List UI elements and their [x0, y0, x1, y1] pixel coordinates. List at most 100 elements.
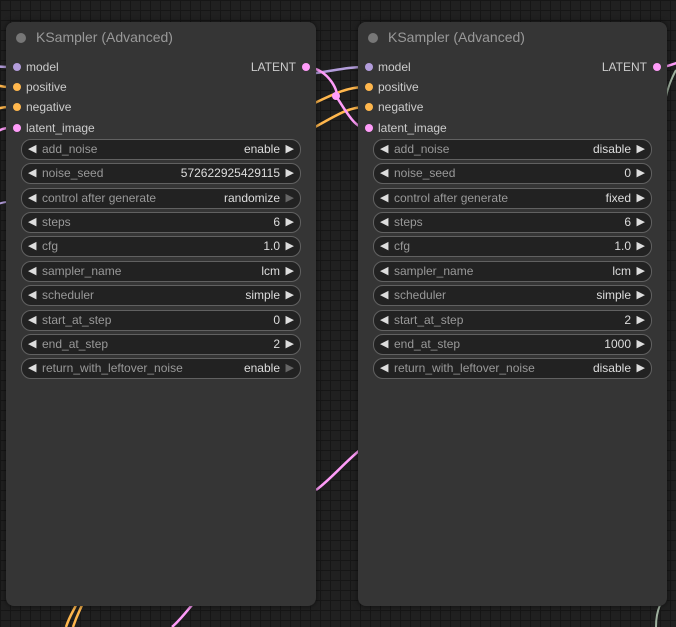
decrement-arrow-icon[interactable]: ◀: [380, 264, 388, 277]
widget-scheduler[interactable]: ◀ scheduler simple ▶: [373, 285, 652, 306]
decrement-arrow-icon[interactable]: ◀: [380, 313, 388, 326]
decrement-arrow-icon[interactable]: ◀: [380, 337, 388, 350]
widget-cfg[interactable]: ◀ cfg 1.0 ▶: [21, 236, 301, 257]
increment-arrow-icon[interactable]: ▶: [637, 191, 645, 204]
input-label: model: [378, 60, 411, 74]
widget-name: add_noise: [42, 142, 98, 156]
decrement-arrow-icon[interactable]: ◀: [380, 142, 388, 155]
widget-name: control after generate: [394, 191, 509, 205]
increment-arrow-icon[interactable]: ▶: [286, 361, 294, 374]
widget-value: lcm: [261, 264, 280, 278]
decrement-arrow-icon[interactable]: ◀: [28, 215, 36, 228]
decrement-arrow-icon[interactable]: ◀: [380, 191, 388, 204]
decrement-arrow-icon[interactable]: ◀: [380, 361, 388, 374]
widget-steps[interactable]: ◀ steps 6 ▶: [373, 212, 652, 233]
node-title-bar[interactable]: KSampler (Advanced): [358, 22, 667, 52]
conditioning-socket-icon[interactable]: [13, 83, 21, 91]
model-socket-icon[interactable]: [365, 63, 373, 71]
increment-arrow-icon[interactable]: ▶: [637, 313, 645, 326]
widget-name: start_at_step: [394, 313, 464, 327]
increment-arrow-icon[interactable]: ▶: [637, 361, 645, 374]
decrement-arrow-icon[interactable]: ◀: [28, 166, 36, 179]
conditioning-socket-icon[interactable]: [365, 83, 373, 91]
widget-value: 1.0: [263, 239, 280, 253]
widget-name: sampler_name: [42, 264, 122, 278]
decrement-arrow-icon[interactable]: ◀: [380, 215, 388, 228]
ksampler-advanced-node-2[interactable]: KSampler (Advanced) model LATENT positiv…: [358, 22, 667, 606]
widget-noise-seed[interactable]: ◀ noise_seed 0 ▶: [373, 163, 652, 184]
node-title-bar[interactable]: KSampler (Advanced): [6, 22, 316, 52]
widget-name: steps: [394, 215, 423, 229]
widget-value: simple: [245, 288, 280, 302]
widget-sampler-name[interactable]: ◀ sampler_name lcm ▶: [21, 261, 301, 282]
widget-add-noise[interactable]: ◀ add_noise enable ▶: [21, 139, 301, 160]
decrement-arrow-icon[interactable]: ◀: [28, 191, 36, 204]
increment-arrow-icon[interactable]: ▶: [637, 215, 645, 228]
increment-arrow-icon[interactable]: ▶: [286, 191, 294, 204]
input-label: negative: [26, 100, 72, 114]
widget-cfg[interactable]: ◀ cfg 1.0 ▶: [373, 236, 652, 257]
output-slot-latent[interactable]: LATENT: [196, 59, 316, 75]
widget-control-after-generate[interactable]: ◀ control after generate randomize ▶: [21, 188, 301, 209]
increment-arrow-icon[interactable]: ▶: [286, 239, 294, 252]
decrement-arrow-icon[interactable]: ◀: [380, 166, 388, 179]
increment-arrow-icon[interactable]: ▶: [286, 264, 294, 277]
widget-noise-seed[interactable]: ◀ noise_seed 572622925429115 ▶: [21, 163, 301, 184]
decrement-arrow-icon[interactable]: ◀: [28, 313, 36, 326]
increment-arrow-icon[interactable]: ▶: [286, 337, 294, 350]
decrement-arrow-icon[interactable]: ◀: [28, 239, 36, 252]
collapse-dot-icon[interactable]: [16, 33, 26, 43]
increment-arrow-icon[interactable]: ▶: [286, 288, 294, 301]
increment-arrow-icon[interactable]: ▶: [286, 313, 294, 326]
widget-name: control after generate: [42, 191, 157, 205]
model-socket-icon[interactable]: [13, 63, 21, 71]
widget-sampler-name[interactable]: ◀ sampler_name lcm ▶: [373, 261, 652, 282]
widget-name: noise_seed: [42, 166, 104, 180]
latent-socket-icon[interactable]: [302, 63, 310, 71]
input-label: negative: [378, 100, 424, 114]
widget-end-at-step[interactable]: ◀ end_at_step 1000 ▶: [373, 334, 652, 355]
widget-steps[interactable]: ◀ steps 6 ▶: [21, 212, 301, 233]
increment-arrow-icon[interactable]: ▶: [637, 239, 645, 252]
increment-arrow-icon[interactable]: ▶: [286, 166, 294, 179]
widget-name: sampler_name: [394, 264, 474, 278]
decrement-arrow-icon[interactable]: ◀: [28, 337, 36, 350]
latent-socket-icon[interactable]: [13, 124, 21, 132]
conditioning-socket-icon[interactable]: [13, 103, 21, 111]
conditioning-socket-icon[interactable]: [365, 103, 373, 111]
increment-arrow-icon[interactable]: ▶: [637, 288, 645, 301]
input-label: latent_image: [378, 121, 447, 135]
decrement-arrow-icon[interactable]: ◀: [380, 288, 388, 301]
widget-control-after-generate[interactable]: ◀ control after generate fixed ▶: [373, 188, 652, 209]
decrement-arrow-icon[interactable]: ◀: [28, 288, 36, 301]
widget-scheduler[interactable]: ◀ scheduler simple ▶: [21, 285, 301, 306]
widget-value: 6: [624, 215, 631, 229]
increment-arrow-icon[interactable]: ▶: [637, 337, 645, 350]
widget-value: 1.0: [614, 239, 631, 253]
decrement-arrow-icon[interactable]: ◀: [28, 264, 36, 277]
latent-socket-icon[interactable]: [653, 63, 661, 71]
decrement-arrow-icon[interactable]: ◀: [28, 142, 36, 155]
widget-name: add_noise: [394, 142, 450, 156]
latent-socket-icon[interactable]: [365, 124, 373, 132]
output-slot-latent[interactable]: LATENT: [547, 59, 667, 75]
increment-arrow-icon[interactable]: ▶: [637, 166, 645, 179]
link-right-gray-bottom: [655, 604, 661, 627]
decrement-arrow-icon[interactable]: ◀: [28, 361, 36, 374]
graph-canvas[interactable]: KSampler (Advanced) model LATENT positiv…: [0, 0, 676, 627]
increment-arrow-icon[interactable]: ▶: [286, 142, 294, 155]
collapse-dot-icon[interactable]: [368, 33, 378, 43]
widget-add-noise[interactable]: ◀ add_noise disable ▶: [373, 139, 652, 160]
widget-return-with-leftover-noise[interactable]: ◀ return_with_leftover_noise disable ▶: [373, 358, 652, 379]
widget-start-at-step[interactable]: ◀ start_at_step 2 ▶: [373, 310, 652, 331]
increment-arrow-icon[interactable]: ▶: [637, 142, 645, 155]
widget-return-with-leftover-noise[interactable]: ◀ return_with_leftover_noise enable ▶: [21, 358, 301, 379]
ksampler-advanced-node-1[interactable]: KSampler (Advanced) model LATENT positiv…: [6, 22, 316, 606]
output-label: LATENT: [601, 60, 647, 74]
increment-arrow-icon[interactable]: ▶: [637, 264, 645, 277]
decrement-arrow-icon[interactable]: ◀: [380, 239, 388, 252]
increment-arrow-icon[interactable]: ▶: [286, 215, 294, 228]
widget-end-at-step[interactable]: ◀ end_at_step 2 ▶: [21, 334, 301, 355]
widget-value: disable: [592, 142, 631, 156]
widget-start-at-step[interactable]: ◀ start_at_step 0 ▶: [21, 310, 301, 331]
